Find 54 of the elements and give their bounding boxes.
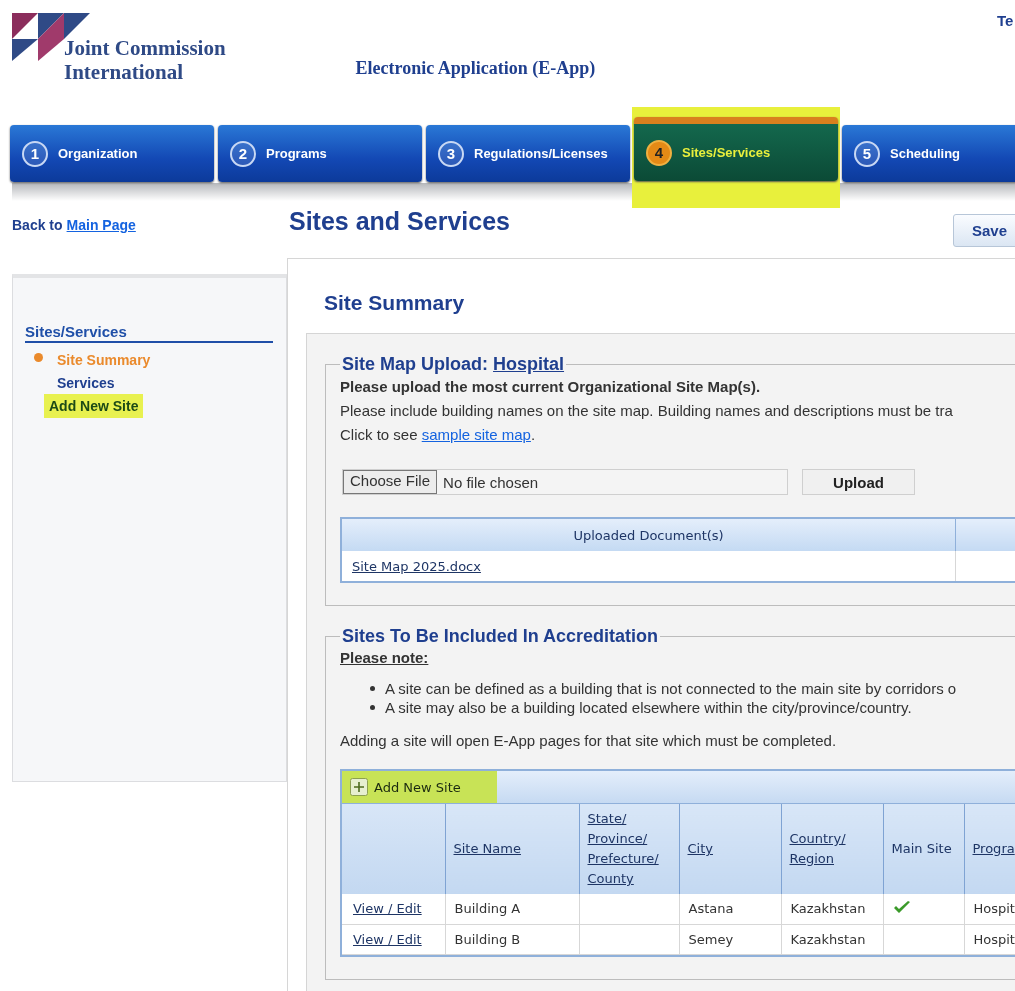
- section-title: Site Summary: [324, 291, 466, 315]
- table-cell: Hospit: [973, 901, 1015, 917]
- note-title: Please note:: [340, 648, 430, 668]
- column-header: Main Site: [891, 840, 952, 858]
- step-number: 4: [646, 139, 672, 166]
- click-text: Click to see: [340, 426, 418, 443]
- sortable-column-header[interactable]: City: [687, 839, 713, 859]
- step-tab[interactable]: 1 Organization: [10, 125, 214, 182]
- sidebar-heading: Sites/Services: [25, 323, 273, 343]
- header-link[interactable]: Te: [997, 12, 1015, 29]
- column-header: Uploaded Document(s): [341, 518, 956, 551]
- step-tab[interactable]: 4 Sites/Services: [634, 117, 838, 181]
- table-cell: Hospit: [973, 931, 1015, 947]
- app-title: Electronic Application (E-App): [355, 58, 596, 79]
- table-cell: Semey: [688, 931, 734, 947]
- table-cell: Kazakhstan: [790, 901, 866, 917]
- add-site-button[interactable]: Add New Site: [342, 771, 497, 803]
- upload-button[interactable]: Upload: [802, 469, 915, 495]
- document-link[interactable]: Site Map 2025.docx: [352, 558, 481, 574]
- step-tab[interactable]: 5 Scheduling: [842, 125, 1015, 182]
- main-page-link[interactable]: Main Page: [66, 217, 136, 241]
- file-status: No file chosen: [443, 473, 539, 491]
- bullet-text: A site can be defined as a building that is not connected to the main site by corridors o: [385, 679, 957, 698]
- info-text: Adding a site will open E-App pages for that site which must be completed.: [340, 731, 838, 751]
- step-number: 5: [854, 140, 880, 167]
- sortable-column-header[interactable]: Progra: [972, 839, 1015, 859]
- sidebar-item[interactable]: Services: [57, 372, 119, 393]
- table-cell: Kazakhstan: [790, 931, 866, 947]
- sidebar-item[interactable]: Add New Site: [44, 393, 144, 418]
- table-cell: Building A: [454, 901, 521, 917]
- table-cell: Building B: [454, 931, 521, 947]
- logo-text: Joint Commission: [64, 36, 226, 60]
- step-tab[interactable]: 2 Programs: [218, 125, 422, 182]
- save-button[interactable]: Save: [953, 214, 1015, 247]
- step-tab[interactable]: 3 Regulations/Licenses: [426, 125, 630, 182]
- table-cell: Astana: [688, 901, 734, 917]
- step-number: 2: [230, 140, 256, 167]
- instruction-text: Please upload the most current Organizational Site Map(s).: [340, 377, 762, 397]
- back-text: Back to: [12, 217, 63, 235]
- sortable-column-header[interactable]: Site Name: [453, 839, 521, 859]
- fieldset-legend: Sites To Be Included In Accreditation: [342, 626, 659, 646]
- file-input[interactable]: Choose File No file chosen: [342, 469, 788, 495]
- plus-icon: [350, 778, 368, 796]
- note-text: Please include building names on the site map. Building names and descriptions must be tra: [340, 401, 954, 421]
- page-title: Sites and Services: [289, 207, 510, 236]
- bullet-text: A site may also be a building located elsewhere within the city/province/country.: [385, 698, 912, 717]
- choose-file-button[interactable]: Choose File: [343, 470, 438, 494]
- sample-map-link[interactable]: sample site map: [421, 426, 531, 443]
- period-text: .: [530, 426, 536, 443]
- logo-text: International: [64, 60, 184, 84]
- step-number: 1: [22, 140, 48, 167]
- fieldset-legend: Site Map Upload:: [342, 354, 488, 374]
- hospital-link[interactable]: Hospital: [493, 354, 565, 374]
- step-number: 3: [438, 140, 464, 167]
